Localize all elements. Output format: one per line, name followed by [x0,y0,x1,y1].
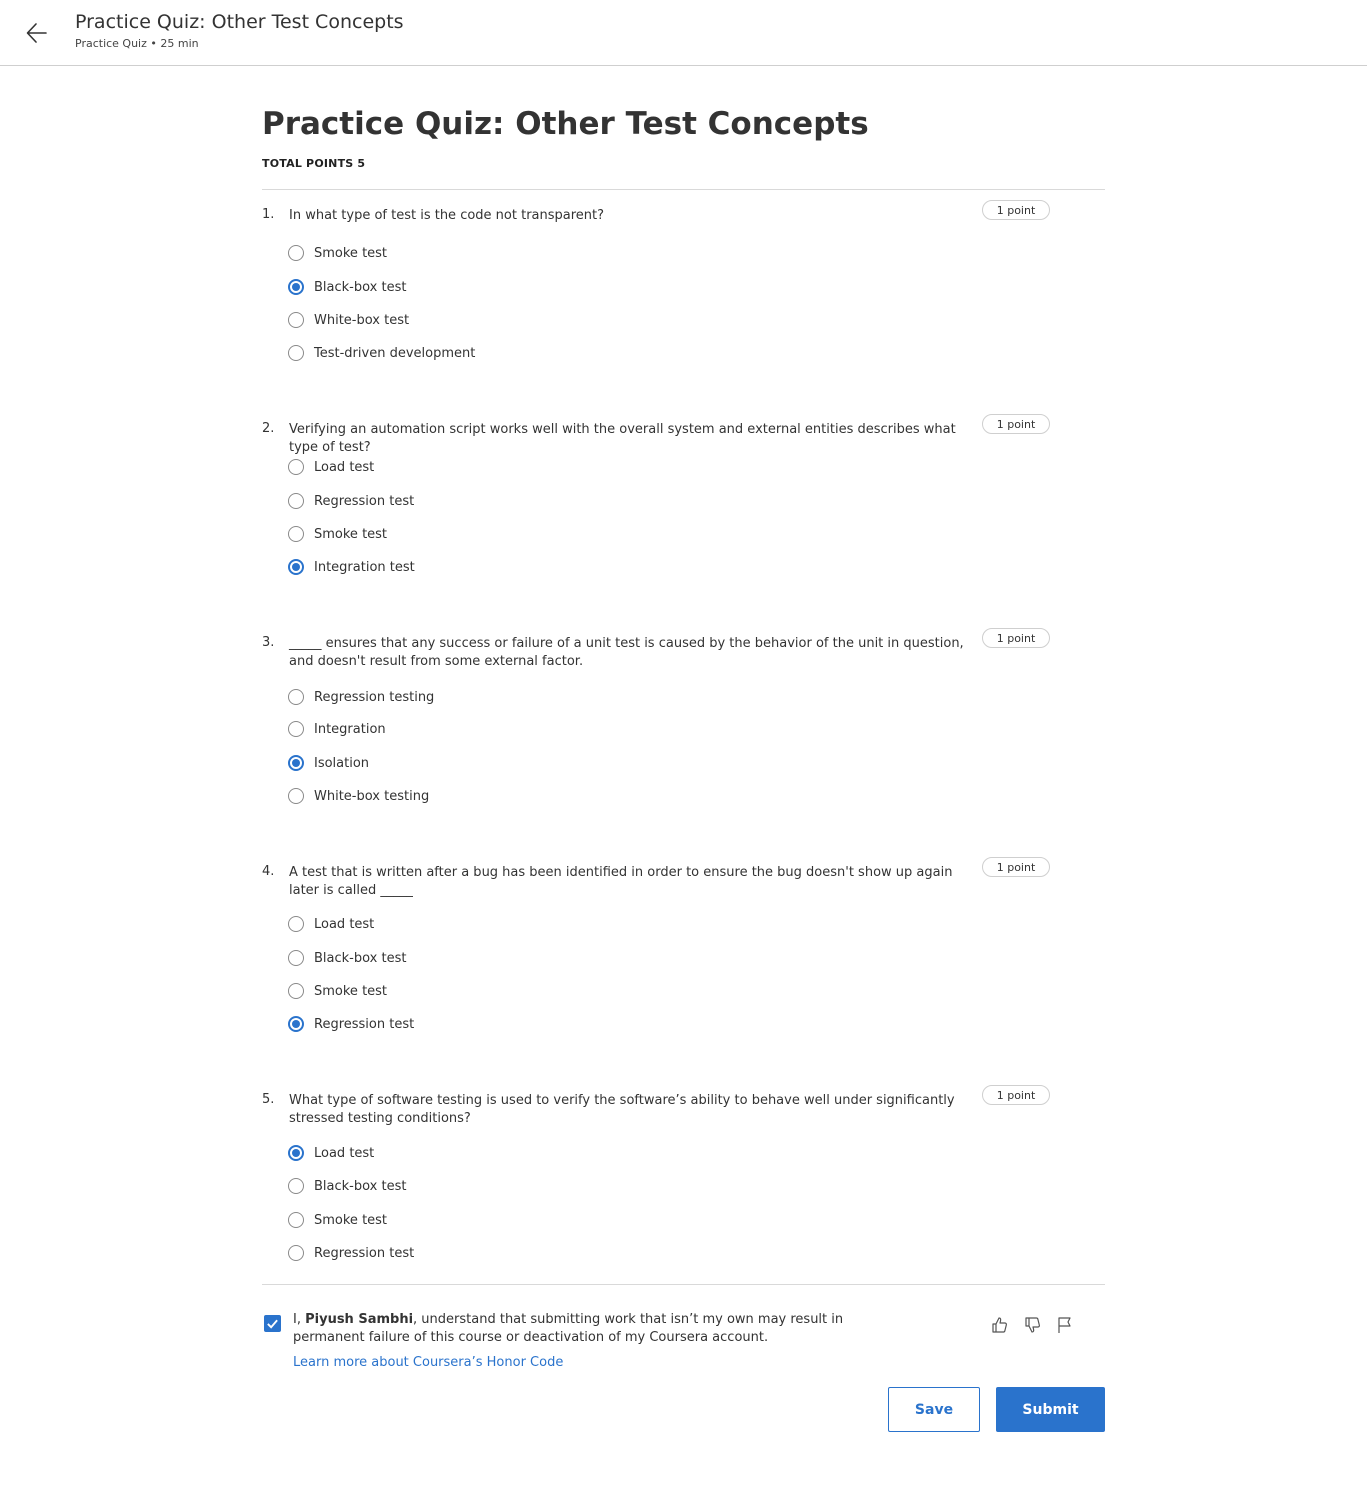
arrow-left-icon [26,23,47,43]
header-title: Practice Quiz: Other Test Concepts [75,11,404,33]
answer-option[interactable]: Load test [288,456,374,478]
thumbs-up-icon[interactable] [990,1315,1010,1335]
honor-code-checkbox[interactable] [264,1315,281,1332]
header-subtitle: Practice Quiz • 25 min [75,37,199,50]
radio-unselected[interactable] [288,345,304,361]
question-number: 5. [262,1092,275,1107]
answer-option[interactable]: Black-box test [288,947,406,969]
option-label: Load test [314,459,375,475]
honor-prefix: I, [293,1312,306,1327]
option-label: Black-box test [314,1178,407,1194]
answer-option[interactable]: Regression testing [288,686,434,708]
radio-unselected[interactable] [288,1178,304,1194]
answer-option[interactable]: Regression test [288,490,414,512]
answer-option[interactable]: Isolation [288,752,369,774]
answer-option[interactable]: Load test [288,913,374,935]
points-badge: 1 point [982,628,1050,648]
option-label: Black-box test [314,279,407,295]
answer-option[interactable]: Integration [288,718,386,740]
option-label: White-box test [314,312,410,328]
option-label: Smoke test [314,983,388,999]
radio-unselected[interactable] [288,1245,304,1261]
option-label: Smoke test [314,245,388,261]
question-number: 3. [262,635,275,650]
answer-option[interactable]: Smoke test [288,242,387,264]
thumbs-down-icon[interactable] [1023,1315,1043,1335]
page-title: Practice Quiz: Other Test Concepts [262,106,869,142]
question-text: _____ ensures that any success or failur… [289,636,964,669]
answer-option[interactable]: White-box testing [288,785,429,807]
radio-unselected[interactable] [288,689,304,705]
question-text: A test that is written after a bug has b… [289,865,953,898]
answer-option[interactable]: Black-box test [288,1175,406,1197]
submit-button[interactable]: Submit [996,1387,1105,1432]
option-label: Smoke test [314,1212,388,1228]
save-button[interactable]: Save [888,1387,980,1432]
radio-unselected[interactable] [288,916,304,932]
option-label: Load test [314,1145,375,1161]
radio-unselected[interactable] [288,788,304,804]
question-number: 4. [262,864,275,879]
radio-unselected[interactable] [288,493,304,509]
radio-selected[interactable] [288,755,304,771]
divider [262,189,1105,190]
radio-unselected[interactable] [288,526,304,542]
learner-name: Piyush Sambhi [305,1312,414,1327]
answer-option[interactable]: Integration test [288,556,415,578]
back-button[interactable] [22,18,52,48]
radio-unselected[interactable] [288,721,304,737]
option-label: Test-driven development [314,345,476,361]
question-number: 2. [262,421,275,436]
answer-option[interactable]: Load test [288,1142,374,1164]
radio-selected[interactable] [288,1016,304,1032]
option-label: Regression test [314,1245,415,1261]
honor-code-statement: I, Piyush Sambhi, understand that submit… [293,1311,903,1347]
total-points: TOTAL POINTS 5 [262,157,366,170]
answer-option[interactable]: Regression test [288,1242,414,1264]
option-label: Black-box test [314,950,407,966]
points-badge: 1 point [982,1085,1050,1105]
divider [262,1284,1105,1285]
answer-option[interactable]: Test-driven development [288,342,475,364]
option-label: Isolation [314,755,370,771]
radio-unselected[interactable] [288,459,304,475]
option-label: Regression test [314,493,415,509]
option-label: Load test [314,916,375,932]
option-label: Integration [314,721,386,737]
radio-selected[interactable] [288,1145,304,1161]
answer-option[interactable]: Black-box test [288,276,406,298]
radio-selected[interactable] [288,279,304,295]
answer-option[interactable]: Smoke test [288,980,387,1002]
option-label: Integration test [314,559,415,575]
question-number: 1. [262,207,275,222]
points-badge: 1 point [982,857,1050,877]
answer-option[interactable]: Smoke test [288,523,387,545]
radio-unselected[interactable] [288,983,304,999]
question-text: What type of software testing is used to… [289,1093,955,1126]
radio-unselected[interactable] [288,312,304,328]
honor-code-link[interactable]: Learn more about Coursera’s Honor Code [293,1355,563,1370]
radio-unselected[interactable] [288,1212,304,1228]
top-bar: Practice Quiz: Other Test Concepts Pract… [0,0,1367,66]
points-badge: 1 point [982,414,1050,434]
question-text: Verifying an automation script works wel… [289,422,956,455]
answer-option[interactable]: Smoke test [288,1209,387,1231]
flag-icon[interactable] [1055,1315,1075,1335]
question-text: In what type of test is the code not tra… [289,208,605,223]
option-label: Regression testing [314,689,435,705]
radio-selected[interactable] [288,559,304,575]
option-label: Smoke test [314,526,388,542]
check-icon [267,1319,278,1329]
radio-unselected[interactable] [288,245,304,261]
option-label: White-box testing [314,788,430,804]
radio-unselected[interactable] [288,950,304,966]
answer-option[interactable]: Regression test [288,1013,414,1035]
points-badge: 1 point [982,200,1050,220]
answer-option[interactable]: White-box test [288,309,409,331]
option-label: Regression test [314,1016,415,1032]
